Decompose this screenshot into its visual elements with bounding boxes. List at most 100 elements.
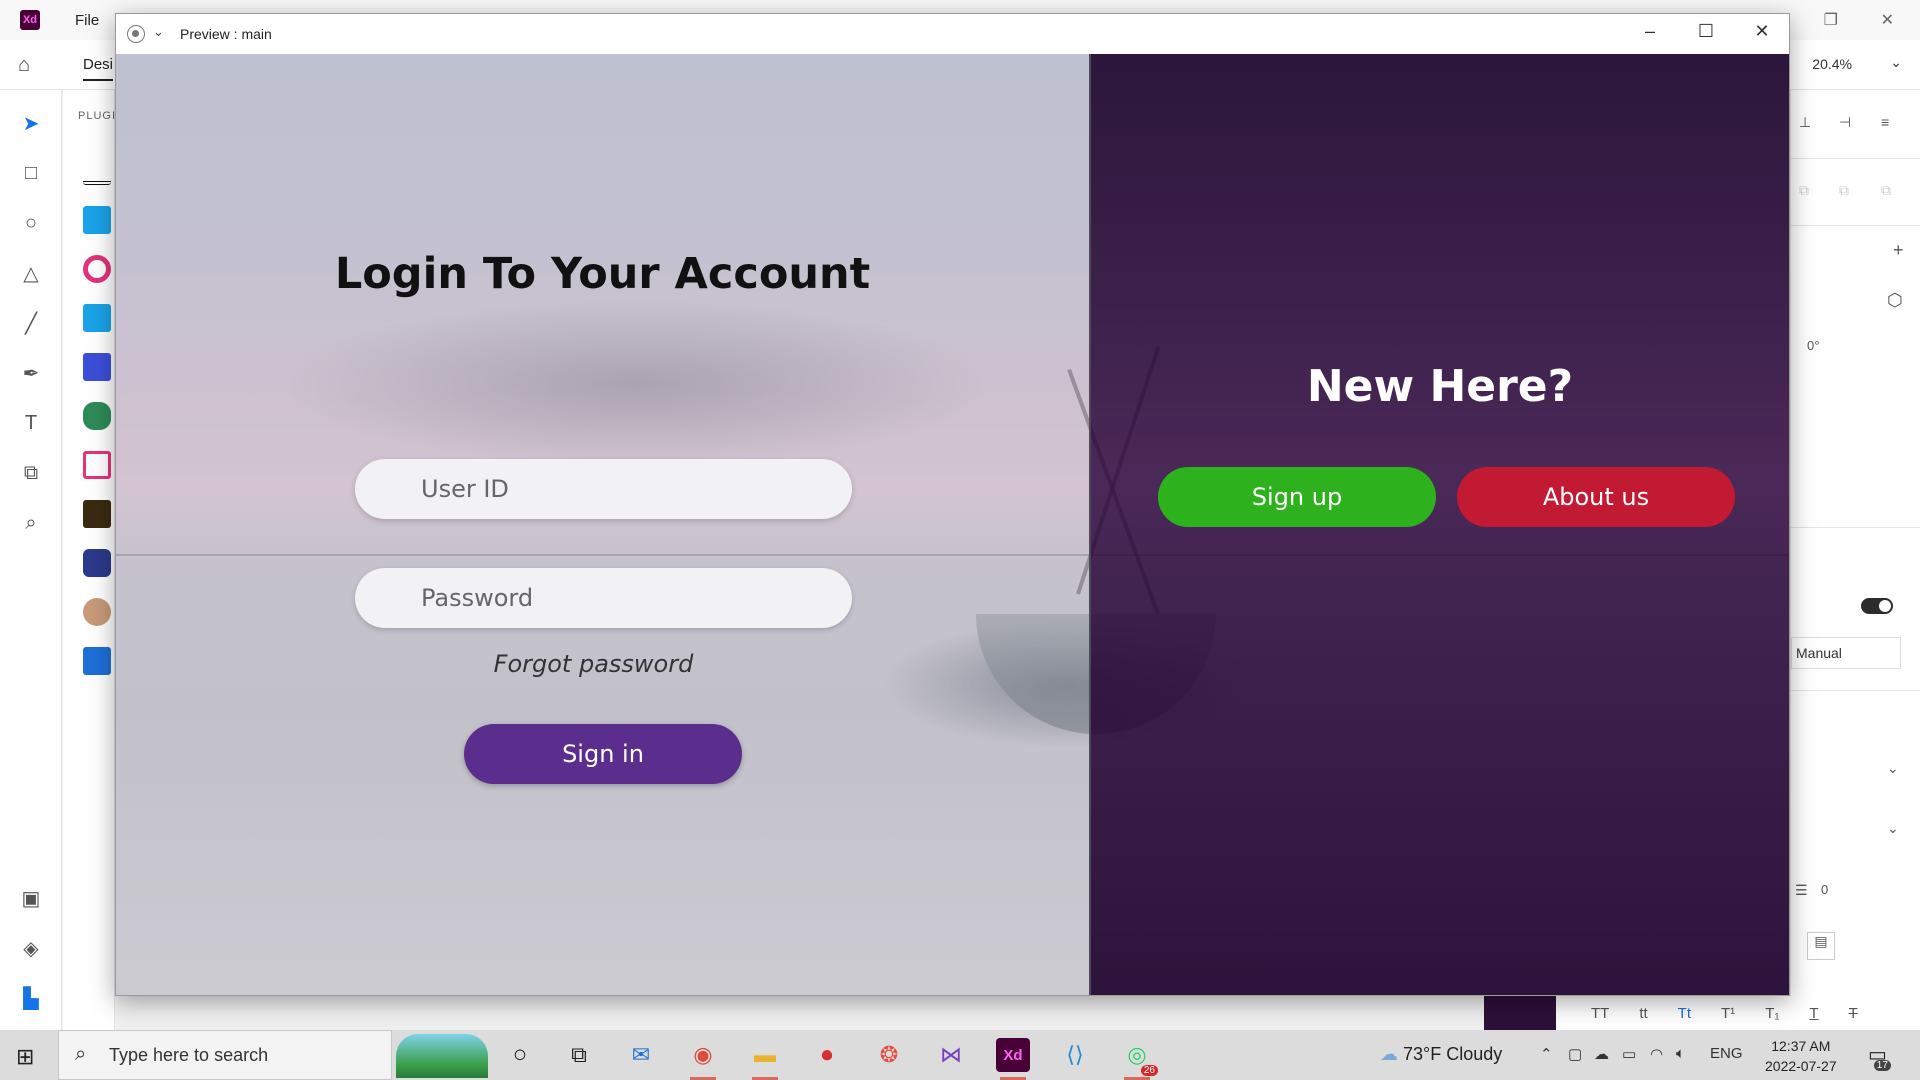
volume-icon[interactable]: 🔈︎: [1676, 1045, 1685, 1062]
maximize-icon[interactable]: ☐: [1691, 21, 1721, 42]
align-center-icon[interactable]: ⊥: [1799, 114, 1811, 131]
ellipse-tool-icon[interactable]: ○: [18, 210, 44, 236]
align-right-icon[interactable]: ⊣: [1839, 114, 1851, 131]
plugin-list-icon[interactable]: [83, 500, 111, 528]
cortana-icon[interactable]: ○: [503, 1038, 537, 1072]
artboard-thumbnail: [1484, 996, 1556, 1030]
polygon-tool-icon[interactable]: △: [18, 260, 44, 286]
underline-button[interactable]: T: [1809, 1005, 1818, 1022]
chrome-icon[interactable]: ◉: [686, 1038, 720, 1080]
task-view-icon[interactable]: ⧉: [562, 1038, 596, 1072]
forgot-password-link[interactable]: Forgot password: [116, 650, 1071, 678]
subscript-button[interactable]: T₁: [1765, 1005, 1779, 1022]
plugin-calendar-icon[interactable]: [83, 206, 111, 234]
rotation-value[interactable]: 0°: [1807, 338, 1819, 353]
chevron-down-icon[interactable]: ⌄: [1890, 54, 1902, 71]
zoom-tool-icon[interactable]: ⌕: [18, 510, 44, 536]
rectangle-tool-icon[interactable]: □: [18, 160, 44, 186]
boolean-intersect-icon[interactable]: ⧉: [1881, 182, 1891, 199]
plugin-lines-icon[interactable]: [83, 157, 111, 185]
layers-icon[interactable]: ◈: [18, 935, 44, 961]
screen-recorder-icon[interactable]: ⏺: [810, 1038, 844, 1072]
password-input[interactable]: [355, 568, 852, 628]
preview-titlebar: ⌄ Preview : main – ☐ ✕: [116, 14, 1789, 54]
distribute-icon[interactable]: ≡: [1881, 114, 1889, 130]
menu-file[interactable]: File: [75, 12, 99, 29]
chevron-down-icon[interactable]: ⌄: [153, 24, 164, 40]
sign-in-button[interactable]: Sign in: [464, 724, 742, 784]
canvas-area: [365, 996, 1555, 1030]
visual-studio-icon[interactable]: ⋈: [934, 1038, 968, 1072]
line-tool-icon[interactable]: ╱: [18, 310, 44, 336]
titlecase-button[interactable]: Tt: [1678, 1005, 1691, 1022]
add-icon[interactable]: +: [1893, 240, 1904, 261]
chevron-up-icon[interactable]: ⌃: [1540, 1045, 1553, 1063]
tools-toolbar: ➤ □ ○ △ ╱ ✒ T ⧉ ⌕ ▣ ◈ ▙: [0, 90, 62, 1030]
3d-transform-icon[interactable]: ⬡: [1887, 290, 1903, 311]
about-us-button[interactable]: About us: [1457, 467, 1735, 527]
vscode-icon[interactable]: ⟨⟩: [1058, 1038, 1092, 1072]
mail-icon[interactable]: ✉: [624, 1038, 658, 1072]
close-icon[interactable]: ✕: [1747, 21, 1777, 42]
plugin-layout-icon[interactable]: [83, 451, 111, 479]
zoom-level[interactable]: 20.4%: [1812, 56, 1852, 72]
camera-app-icon[interactable]: ❂: [872, 1038, 906, 1072]
font-family-chevron-down-icon[interactable]: ⌄: [1887, 760, 1899, 777]
meet-now-icon[interactable]: ▢: [1568, 1045, 1582, 1063]
file-explorer-icon[interactable]: ▬: [748, 1038, 782, 1080]
plugins-icon[interactable]: ▙: [18, 985, 44, 1011]
plugin-dots-icon[interactable]: [83, 549, 111, 577]
home-icon[interactable]: ⌂: [18, 54, 30, 77]
plugin-coffee-icon[interactable]: [83, 402, 111, 430]
select-tool-icon[interactable]: ➤: [18, 110, 44, 136]
assets-icon[interactable]: ▣: [18, 885, 44, 911]
superscript-button[interactable]: T¹: [1721, 1005, 1735, 1022]
xd-taskbar-icon[interactable]: Xd: [996, 1038, 1030, 1080]
login-heading: Login To Your Account: [334, 249, 871, 299]
login-panel: [116, 54, 1089, 995]
clock[interactable]: 12:37 AM 2022-07-27: [1765, 1036, 1837, 1076]
plugin-avatar-icon[interactable]: [83, 598, 111, 626]
taskbar-search[interactable]: ⌕ Type here to search: [58, 1030, 392, 1080]
pen-tool-icon[interactable]: ✒: [18, 360, 44, 386]
sign-up-button[interactable]: Sign up: [1158, 467, 1436, 527]
property-inspector: ⊥ ⊣ ≡ ⧉ ⧉ ⧉ + ⬡ 0° Manual ⌄ ⌄ ☰ 0 ▤: [1790, 90, 1920, 1030]
text-tool-icon[interactable]: T: [18, 410, 44, 436]
search-highlight-image[interactable]: [396, 1034, 488, 1078]
restore-icon[interactable]: ❐: [1824, 10, 1838, 30]
battery-icon[interactable]: ▭: [1622, 1045, 1636, 1063]
wifi-icon[interactable]: ◠: [1650, 1045, 1663, 1063]
clock-time: 12:37 AM: [1771, 1038, 1831, 1054]
boolean-subtract-icon[interactable]: ⧉: [1839, 182, 1849, 199]
cloud-icon: ☁: [1380, 1044, 1398, 1064]
uppercase-button[interactable]: TT: [1591, 1005, 1609, 1022]
search-icon: ⌕: [75, 1043, 87, 1065]
weather-widget[interactable]: ☁ 73°F Cloudy: [1380, 1044, 1502, 1065]
plugin-grid-icon[interactable]: [83, 353, 111, 381]
lowercase-button[interactable]: tt: [1639, 1005, 1647, 1022]
plugin-search-icon[interactable]: [83, 304, 111, 332]
windows-start-icon[interactable]: ⊞: [16, 1044, 34, 1070]
new-here-heading: New Here?: [1306, 361, 1574, 412]
artboard-tool-icon[interactable]: ⧉: [18, 460, 44, 486]
preview-title: Preview : main: [180, 26, 272, 42]
whatsapp-icon[interactable]: ◎ 26: [1120, 1038, 1158, 1080]
line-spacing-value[interactable]: 0: [1821, 882, 1828, 897]
record-icon[interactable]: [127, 25, 145, 43]
close-icon[interactable]: ✕: [1881, 10, 1894, 30]
boolean-add-icon[interactable]: ⧉: [1799, 182, 1809, 199]
user-id-input[interactable]: [355, 459, 852, 519]
height-mode-select[interactable]: Manual: [1791, 637, 1901, 669]
strikethrough-button[interactable]: T: [1849, 1005, 1858, 1022]
minimize-icon[interactable]: –: [1635, 21, 1665, 42]
font-weight-chevron-down-icon[interactable]: ⌄: [1887, 820, 1899, 837]
responsive-resize-toggle[interactable]: [1861, 598, 1893, 614]
notification-center-icon[interactable]: ▭ 17: [1868, 1042, 1891, 1071]
plugin-chart-icon[interactable]: [83, 647, 111, 675]
plugin-c-icon[interactable]: [83, 255, 111, 283]
language-indicator[interactable]: ENG: [1710, 1045, 1743, 1062]
text-box-icon[interactable]: ▤: [1807, 932, 1835, 960]
tab-design[interactable]: Desi: [83, 56, 114, 81]
onedrive-icon[interactable]: ☁: [1594, 1045, 1609, 1063]
plugins-panel: PLUGI: [63, 90, 115, 1030]
